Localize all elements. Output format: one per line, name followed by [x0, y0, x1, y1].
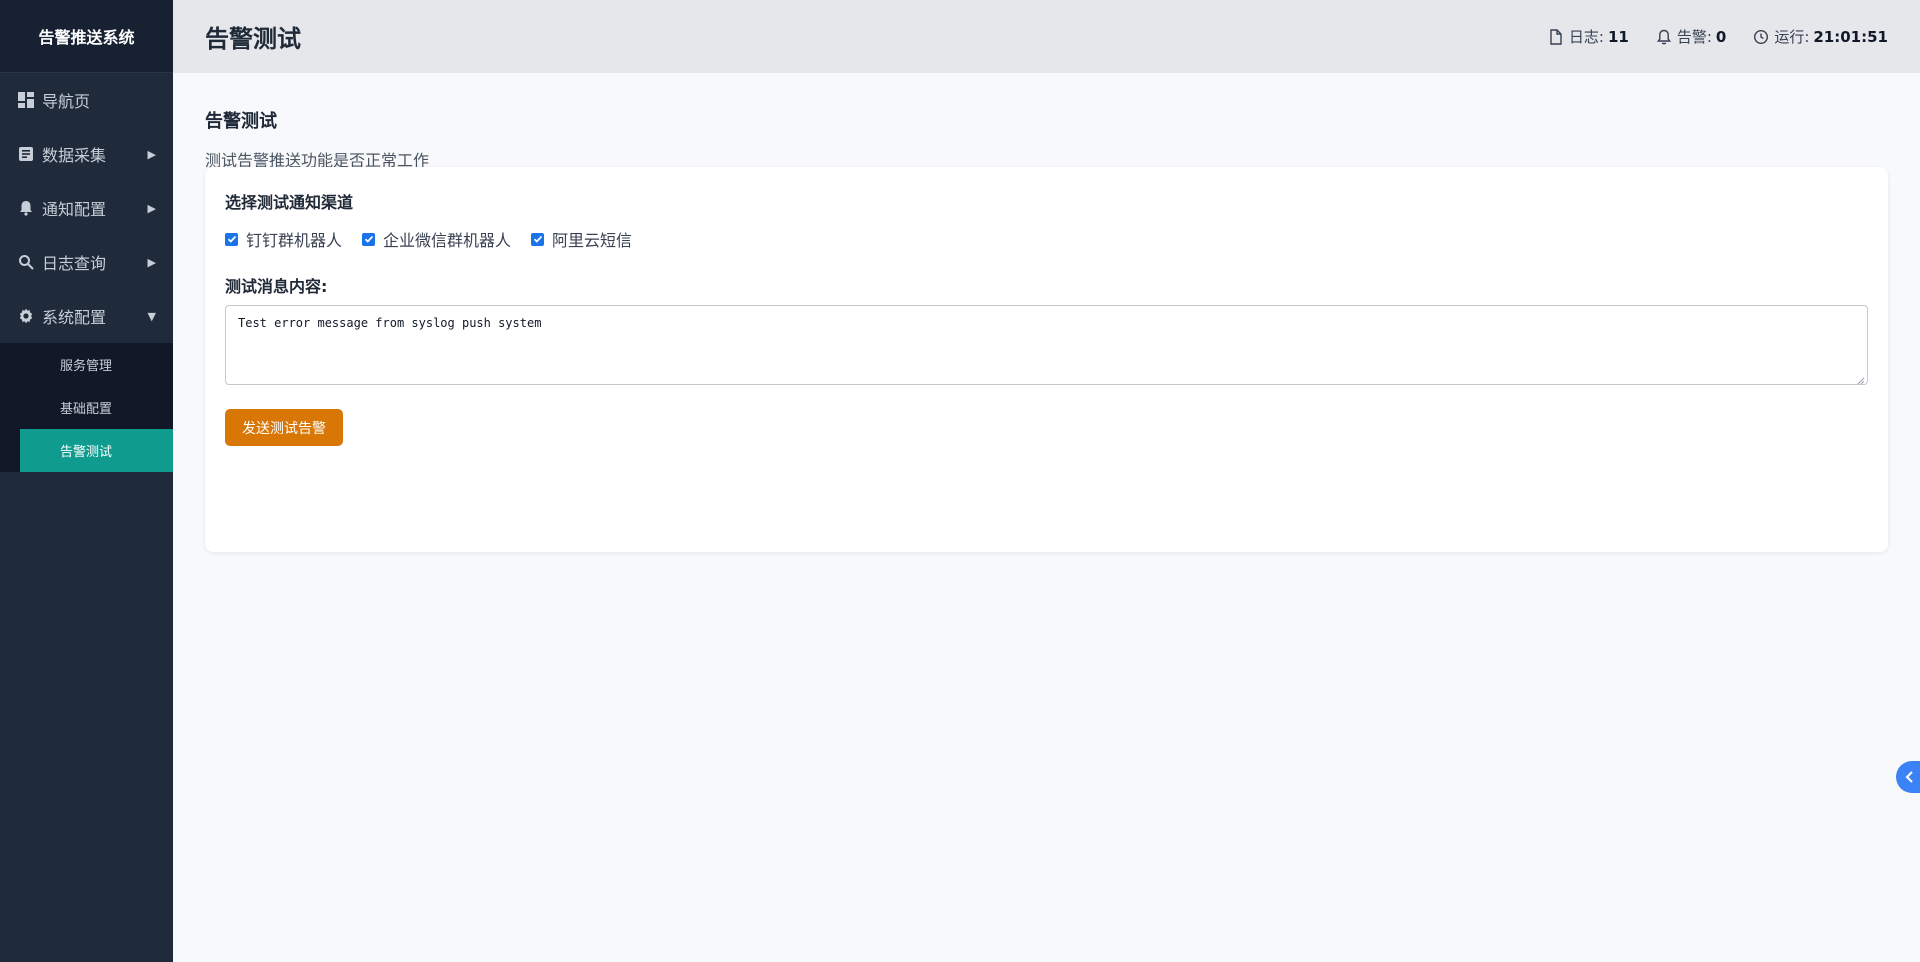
- alerts-count: 0: [1715, 27, 1727, 46]
- alert-test-card: 选择测试通知渠道 钉钉群机器人 企业微信群机器人 阿里云短信 测试消息内容: T…: [205, 167, 1888, 552]
- message-label: 测试消息内容:: [225, 277, 328, 296]
- channel-label: 企业微信群机器人: [383, 231, 512, 250]
- send-test-alert-button[interactable]: 发送测试告警: [225, 409, 343, 446]
- file-icon: [1547, 28, 1565, 46]
- sidebar: 告警推送系统 导航页 数据采集 ▶ 通知配置 ▶ 日志查询 ▶ 系统配置 ▼ 服…: [0, 0, 173, 962]
- sidebar-subitem-alert-test[interactable]: 告警测试: [20, 429, 173, 472]
- clock-icon: [1752, 28, 1770, 46]
- channel-aliyun-sms[interactable]: 阿里云短信: [531, 227, 632, 251]
- channel-label: 钉钉群机器人: [246, 231, 343, 250]
- sidebar-item-label: 数据采集: [42, 146, 107, 165]
- document-icon: [17, 145, 35, 163]
- side-panel-toggle[interactable]: [1896, 761, 1920, 793]
- sidebar-item-label: 日志查询: [42, 254, 107, 273]
- sidebar-item-label: 导航页: [42, 92, 91, 111]
- uptime-value: 21:01:51: [1813, 27, 1888, 46]
- checkbox-checked-icon[interactable]: [531, 232, 545, 246]
- uptime-label: 运行:: [1774, 28, 1810, 46]
- channel-list: 钉钉群机器人 企业微信群机器人 阿里云短信: [225, 227, 1868, 251]
- alerts-label: 告警:: [1676, 28, 1712, 46]
- checkbox-checked-icon[interactable]: [225, 232, 238, 246]
- checkbox-checked-icon[interactable]: [362, 232, 376, 246]
- header-stats: 日志: 11 告警: 0 运行: 21:01:51: [1547, 26, 1888, 47]
- gear-icon: [17, 307, 35, 325]
- chevron-right-icon: ▶: [147, 201, 156, 215]
- sidebar-item-dashboard[interactable]: 导航页: [0, 73, 173, 127]
- channel-wecom[interactable]: 企业微信群机器人: [362, 227, 511, 251]
- brand-title: 告警推送系统: [0, 0, 173, 73]
- sidebar-item-label: 系统配置: [42, 308, 107, 327]
- uptime-stat: 运行: 21:01:51: [1752, 26, 1888, 47]
- sidebar-item-label: 通知配置: [42, 200, 107, 219]
- main-content: 告警测试 测试告警推送功能是否正常工作 选择测试通知渠道 钉钉群机器人 企业微信…: [173, 73, 1920, 962]
- alerts-stat: 告警: 0: [1655, 26, 1727, 47]
- channels-title: 选择测试通知渠道: [225, 193, 354, 212]
- chevron-down-icon: ▼: [147, 309, 156, 323]
- message-text: Test error message from syslog push syst…: [238, 316, 542, 330]
- section-title: 告警测试: [205, 111, 277, 132]
- resize-handle-icon[interactable]: [1857, 374, 1865, 385]
- message-textarea[interactable]: Test error message from syslog push syst…: [225, 305, 1868, 385]
- sidebar-item-data-collection[interactable]: 数据采集 ▶: [0, 127, 173, 181]
- sidebar-item-system-config[interactable]: 系统配置 ▼: [0, 289, 173, 343]
- sidebar-submenu: 服务管理 基础配置 告警测试: [0, 343, 173, 472]
- sidebar-item-notify-config[interactable]: 通知配置 ▶: [0, 181, 173, 235]
- page-title: 告警测试: [205, 25, 301, 53]
- logs-stat: 日志: 11: [1547, 26, 1629, 47]
- chevron-right-icon: ▶: [147, 255, 156, 269]
- sidebar-item-log-query[interactable]: 日志查询 ▶: [0, 235, 173, 289]
- sidebar-subitem-basic-config[interactable]: 基础配置: [0, 386, 173, 429]
- logs-label: 日志:: [1568, 28, 1604, 46]
- chevron-right-icon: ▶: [147, 147, 156, 161]
- sidebar-subitem-service-management[interactable]: 服务管理: [0, 343, 173, 386]
- channel-dingtalk[interactable]: 钉钉群机器人: [225, 227, 342, 251]
- logs-count: 11: [1607, 27, 1629, 46]
- search-icon: [17, 253, 35, 271]
- bell-icon: [17, 199, 35, 217]
- chevron-left-icon: [1905, 768, 1915, 787]
- channel-label: 阿里云短信: [552, 231, 633, 250]
- bell-icon: [1655, 28, 1673, 46]
- top-header: 告警测试 日志: 11 告警: 0 运行: 21:01:51: [173, 0, 1920, 73]
- dashboard-icon: [17, 91, 35, 109]
